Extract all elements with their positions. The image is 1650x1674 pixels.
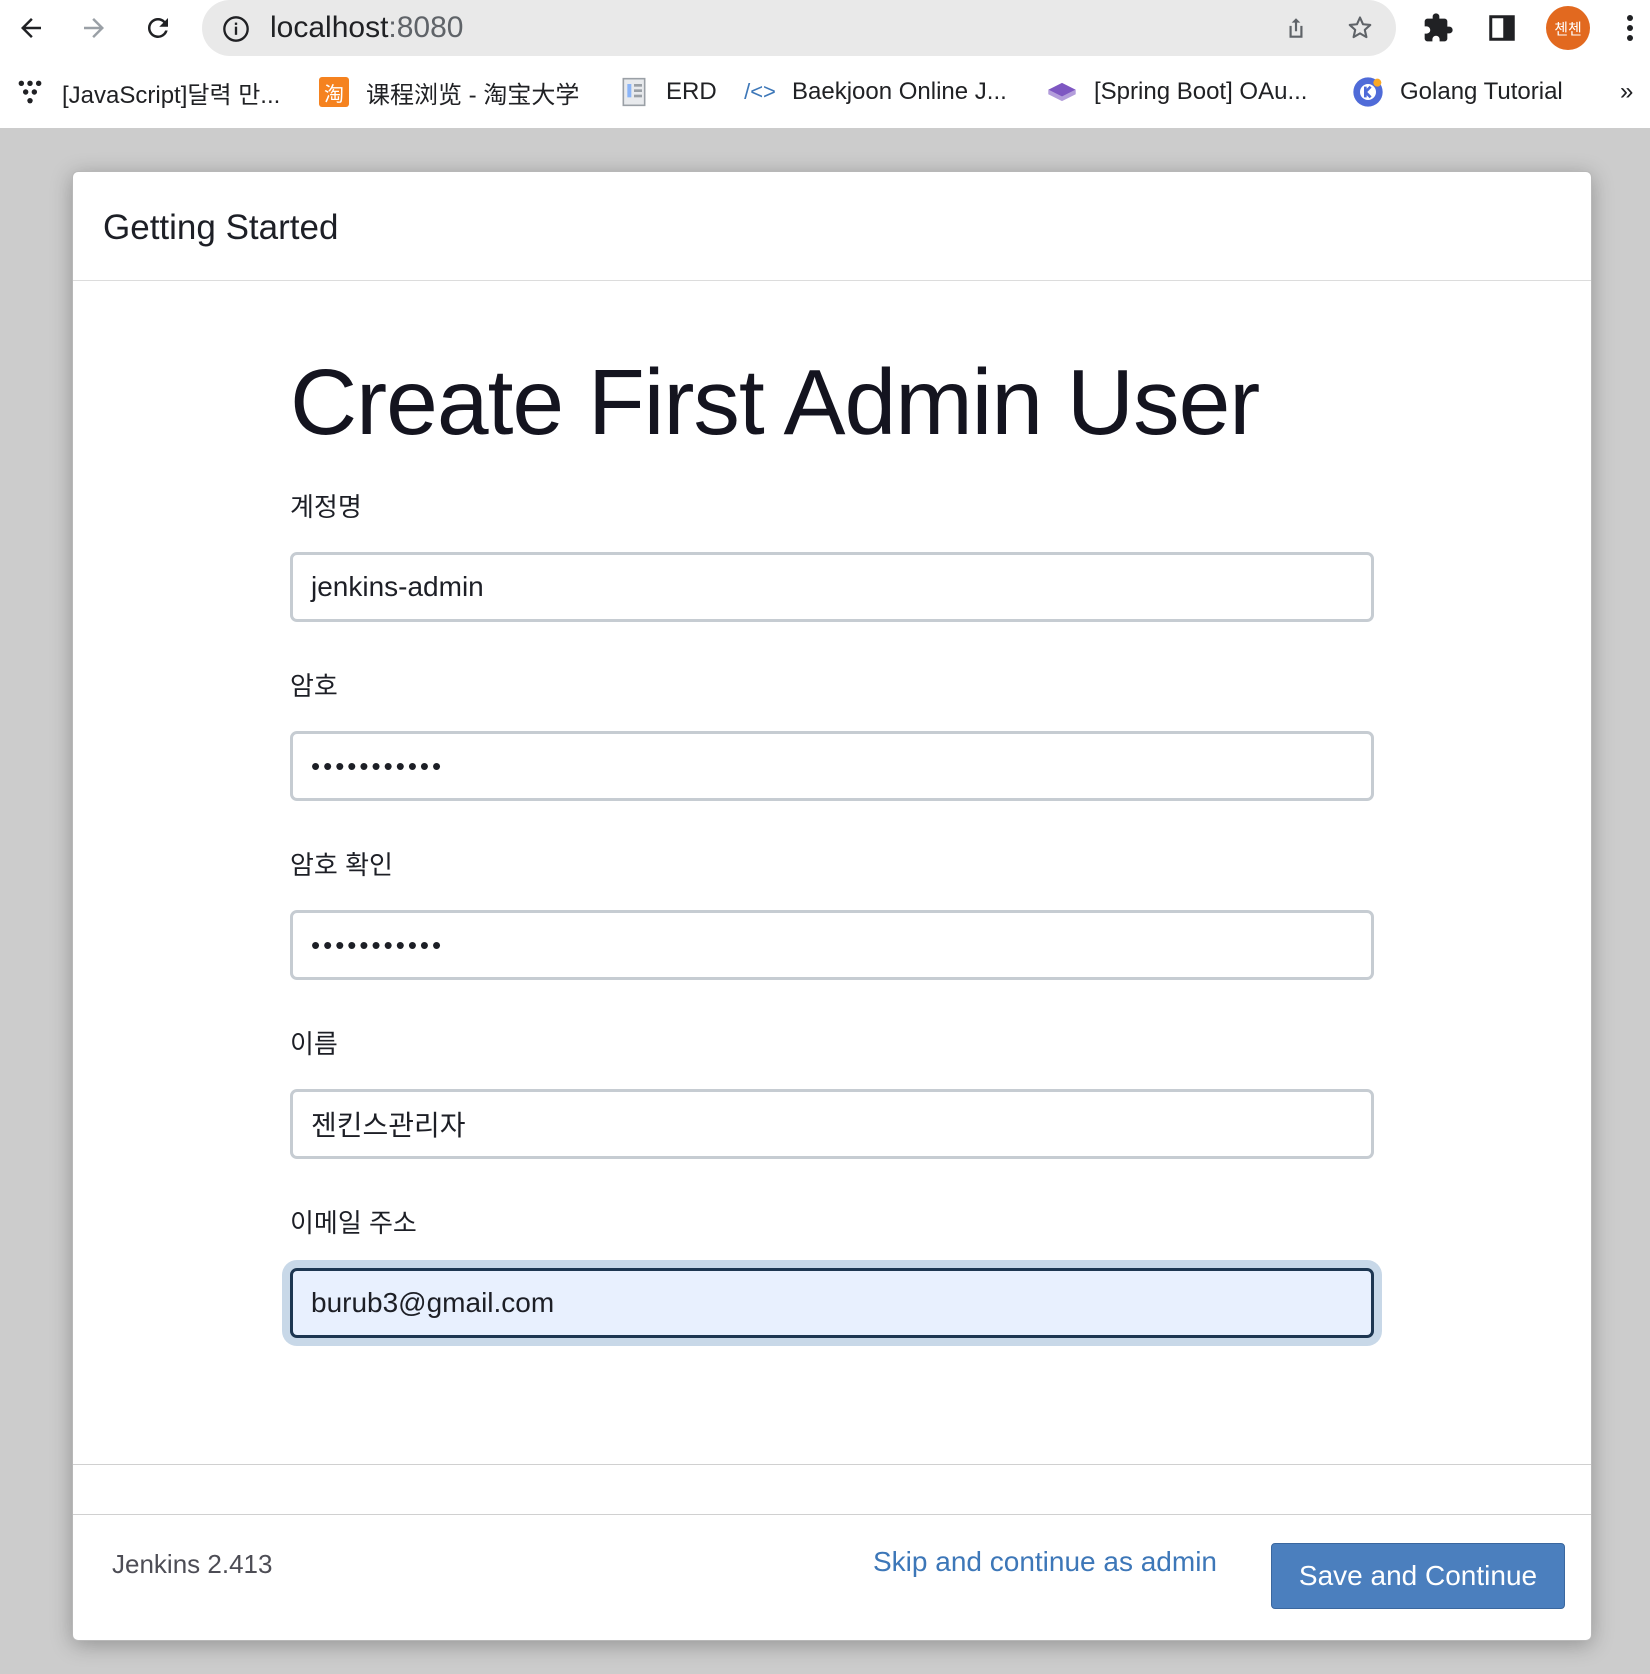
taobao-icon-glyph: 淘 [319,77,349,107]
profile-avatar[interactable]: 첸첸 [1546,6,1590,50]
fullname-input[interactable]: 젠킨스관리자 [290,1089,1374,1159]
document-icon [618,76,650,108]
golang-icon [1352,76,1384,108]
back-button[interactable] [9,6,53,50]
bookmark-label: [JavaScript]달력 만... [62,81,281,109]
skip-continue-link[interactable]: Skip and continue as admin [873,1546,1217,1578]
password-label: 암호 [290,671,338,701]
url-host: localhost [270,11,389,44]
bookmark-label: 课程浏览 - 淘宝大学 [366,81,580,109]
reload-button[interactable] [136,6,180,50]
bookmark-taobao[interactable]: 淘 课程浏览 - 淘宝大学 [318,74,579,110]
dialog-header: Getting Started [73,172,1591,281]
chevron-double-right-icon: » [1620,78,1634,105]
browser-menu-icon[interactable] [1612,10,1648,46]
address-bar[interactable]: localhost:8080 [202,0,1396,56]
dots-icon [14,76,46,108]
extensions-icon[interactable] [1420,10,1456,46]
url-port: :8080 [388,11,464,44]
content-divider [73,1464,1591,1465]
bookmark-javascript[interactable]: [JavaScript]달력 만... [14,74,280,110]
forward-button[interactable] [72,6,116,50]
fullname-label: 이름 [290,1029,338,1059]
dialog-header-title: Getting Started [103,208,339,247]
code-brackets-icon: /<> [744,79,776,104]
reload-icon [147,17,168,38]
arrow-right-icon [84,18,104,38]
browser-toolbar: localhost:8080 첸첸 [0,0,1650,56]
bookmark-baekjoon[interactable]: /<> Baekjoon Online J... [744,74,1007,110]
share-icon[interactable] [1280,12,1312,44]
username-input[interactable]: jenkins-admin [290,552,1374,622]
bookmarks-bar: [JavaScript]달력 만... 淘 课程浏览 - 淘宝大学 ERD /<… [0,56,1650,128]
bookmark-label: [Spring Boot] OAu... [1094,78,1308,105]
bookmark-label: Golang Tutorial [1400,78,1563,105]
page-title: Create First Admin User [290,350,1260,454]
password-confirm-label: 암호 확인 [290,850,393,880]
username-label: 계정명 [290,492,362,522]
arrow-left-icon [21,18,41,38]
side-panel-icon[interactable] [1484,10,1520,46]
bookmark-star-icon[interactable] [1344,12,1376,44]
bookmark-golang[interactable]: Golang Tutorial [1352,74,1563,110]
jenkins-version: Jenkins 2.413 [112,1549,273,1579]
footer-divider [73,1514,1591,1515]
bookmark-erd[interactable]: ERD [618,74,717,110]
taobao-icon: 淘 [318,76,350,108]
save-continue-button[interactable]: Save and Continue [1271,1543,1565,1609]
email-input[interactable]: burub3@gmail.com [290,1268,1374,1338]
book-icon [1046,76,1078,108]
password-confirm-input[interactable]: ••••••••••• [290,910,1374,980]
password-input[interactable]: ••••••••••• [290,731,1374,801]
url-text: localhost:8080 [270,11,463,45]
bookmark-label: ERD [666,78,717,105]
setup-dialog: Getting Started Create First Admin User … [72,171,1592,1641]
bookmark-label: Baekjoon Online J... [792,78,1007,105]
bookmarks-overflow-button[interactable]: » [1620,74,1633,110]
bookmark-spring-boot[interactable]: [Spring Boot] OAu... [1046,74,1307,110]
email-label: 이메일 주소 [290,1208,417,1238]
site-info-icon[interactable] [220,13,252,45]
